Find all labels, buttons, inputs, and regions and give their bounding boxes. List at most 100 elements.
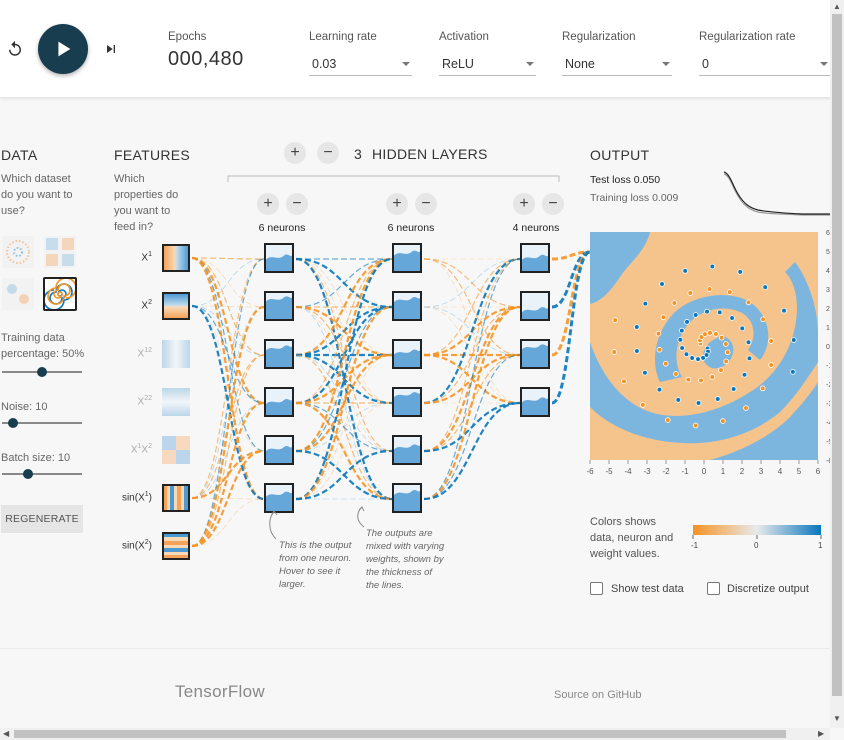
layer-count: 3 [354,146,363,162]
annotation-line: Hover to see it [279,566,341,577]
feature-label-x1x2: X1X2 [108,443,152,455]
feature-x2-squared[interactable] [162,388,190,416]
weight-link[interactable] [191,306,265,499]
neuron[interactable] [520,387,550,417]
neuron[interactable] [264,339,294,369]
x-tick-label: 4 [778,467,783,476]
feature-label-text: sin(X [121,492,145,504]
neuron[interactable] [264,387,294,417]
weight-link[interactable] [191,354,265,547]
color-legend-text: Colors shows data, neuron and weight val… [590,514,673,562]
feature-sinx2-preview [164,534,188,558]
weight-link[interactable] [191,258,265,499]
show-test-data-checkbox[interactable] [590,582,603,595]
plus-icon: + [290,144,300,161]
discretize-output-checkbox[interactable] [707,582,720,595]
vertical-scrollbar[interactable]: ▲ ▼ [830,0,844,728]
neuron[interactable] [392,339,422,369]
feature-label-sinx2: sin(X2) [108,539,152,551]
weight-link[interactable] [191,257,265,260]
remove-neuron-layer1-button[interactable]: − [286,193,308,215]
neuron-preview [394,293,420,319]
weight-link[interactable] [191,402,265,499]
remove-layer-button[interactable]: − [317,142,339,164]
legend-mid: 0 [754,541,759,550]
neuron[interactable] [392,243,422,273]
x-tick-label: 5 [797,467,802,476]
add-neuron-layer1-button[interactable]: + [257,193,279,215]
weight-link[interactable] [191,304,265,501]
show-test-data-label[interactable]: Show test data [611,583,684,595]
scroll-left-icon[interactable]: ◀ [3,729,9,738]
annotation-line: the lines. [366,580,405,591]
neuron-preview [266,293,292,319]
layer2-neuron-count: 6 neurons [387,222,435,234]
neuron[interactable] [392,291,422,321]
weight-link[interactable] [423,257,521,405]
weight-link[interactable] [295,306,393,452]
github-link[interactable]: Source on GitHub [554,689,641,701]
neuron[interactable] [520,339,550,369]
x-tick-label: -4 [624,467,632,476]
feature-label-sup: 2 [148,443,152,450]
scroll-right-icon[interactable]: ▶ [818,729,824,738]
scroll-up-icon[interactable]: ▲ [833,2,841,11]
neuron[interactable] [520,243,550,273]
tensorflow-logo[interactable]: TensorFlow [175,682,265,702]
feature-label-text: sin(X [121,540,145,552]
x-tick-label: -6 [586,467,594,476]
legend-max: 1 [818,541,823,550]
feature-label-sup: 12 [144,347,152,354]
output-title: OUTPUT [590,147,650,163]
weight-link[interactable] [423,401,521,501]
remove-neuron-layer2-button[interactable]: − [415,193,437,215]
weight-link[interactable] [191,305,265,404]
feature-x1-preview [164,246,188,270]
horizontal-scrollbar[interactable]: ◀ ▶ [0,728,830,740]
feature-label-sup: 2 [148,299,152,306]
neuron[interactable] [392,483,422,513]
x-tick-label: 0 [702,467,707,476]
vertical-scroll-thumb[interactable] [832,14,842,696]
test-loss-label: Test loss [590,174,631,186]
neuron[interactable] [264,435,294,465]
feature-x1-squared[interactable] [162,340,190,368]
feature-sinx1-preview [164,486,188,510]
x-tick-label: 1 [721,467,726,476]
neuron-preview [394,389,420,415]
neuron[interactable] [392,387,422,417]
weight-link[interactable] [191,258,265,547]
x-tick-label: 3 [759,467,764,476]
feature-sin-x2[interactable] [162,532,190,560]
add-neuron-layer3-button[interactable]: + [513,193,535,215]
feature-sin-x1[interactable] [162,484,190,512]
minus-icon: − [548,195,558,212]
weight-link[interactable] [191,305,265,548]
neuron[interactable] [520,291,550,321]
horizontal-scroll-thumb[interactable] [14,730,786,738]
x-tick-label: -3 [643,467,651,476]
x-tick-label: -5 [605,467,613,476]
feature-label-x1sq: X12 [108,347,152,359]
neuron-preview [522,389,548,415]
loss-curve-chart [723,171,830,216]
scroll-down-icon[interactable]: ▼ [833,714,841,723]
neuron-preview [394,437,420,463]
add-layer-button[interactable]: + [284,142,306,164]
feature-x1[interactable] [162,244,190,272]
plus-icon: + [263,195,273,212]
add-neuron-layer2-button[interactable]: + [386,193,408,215]
discretize-output-label[interactable]: Discretize output [727,583,809,595]
neuron[interactable] [264,291,294,321]
neuron-preview [522,245,548,271]
feature-x2[interactable] [162,292,190,320]
neuron[interactable] [264,243,294,273]
feature-label-sup: 22 [144,395,152,402]
minus-icon: − [292,195,302,212]
neuron[interactable] [392,435,422,465]
remove-neuron-layer3-button[interactable]: − [542,193,564,215]
minus-icon: − [421,195,431,212]
neuron-preview [266,245,292,271]
legend-line: Colors shows [590,516,657,528]
feature-x1-times-x2[interactable] [162,436,190,464]
